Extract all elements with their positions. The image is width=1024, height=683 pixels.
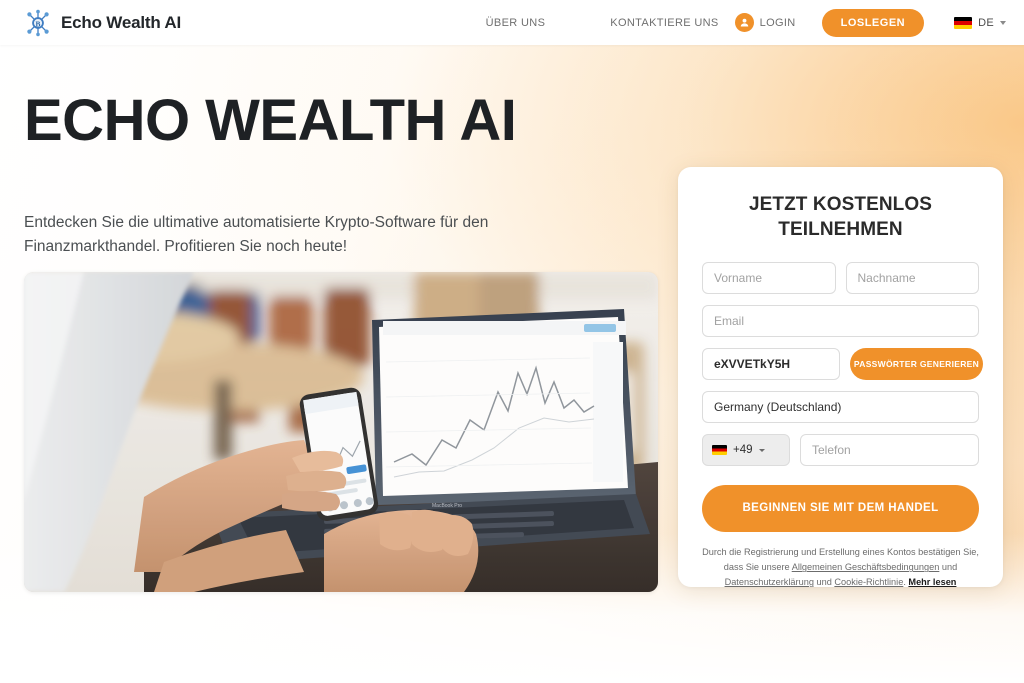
language-code: DE xyxy=(978,16,994,29)
brand-logo-link[interactable]: B Echo Wealth AI xyxy=(24,9,181,37)
email-input[interactable] xyxy=(702,305,979,338)
german-flag-icon xyxy=(954,16,973,29)
phone-input[interactable] xyxy=(800,434,979,467)
legal-conjunction: und xyxy=(813,577,835,588)
email-field-row xyxy=(702,305,979,338)
chevron-down-icon xyxy=(1000,20,1006,25)
chevron-down-icon xyxy=(758,448,765,452)
signup-title: JETZT KOSTENLOS TEILNEHMEN xyxy=(748,194,933,240)
terms-link[interactable]: Allgemeinen Geschäftsbedingungen xyxy=(792,562,940,572)
german-flag-icon xyxy=(712,445,727,456)
site-header: B Echo Wealth AI ÜBER UNS KONTAKTIERE UN… xyxy=(0,0,1024,45)
read-more-link[interactable]: Mehr lesen xyxy=(908,577,956,587)
name-fields-row xyxy=(702,262,979,295)
last-name-input[interactable] xyxy=(845,262,979,295)
password-field-row: PASSWÖRTER GENERIEREN xyxy=(702,348,983,381)
password-input[interactable] xyxy=(702,348,840,381)
svg-text:B: B xyxy=(36,19,41,28)
legal-line-1: Durch die Registrierung und Erstellung e… xyxy=(702,547,979,558)
main-navigation: ÜBER UNS KONTAKTIERE UNS LOGIN LOSLEGEN … xyxy=(486,8,1006,37)
language-selector[interactable]: DE xyxy=(954,16,1006,29)
first-name-input[interactable] xyxy=(702,262,836,295)
page-title: ECHO WEALTH AI xyxy=(24,88,517,153)
phone-field-row: +49 xyxy=(702,434,979,467)
country-input[interactable] xyxy=(702,391,979,424)
user-avatar-icon xyxy=(734,13,754,32)
get-started-button[interactable]: LOSLEGEN xyxy=(821,8,925,37)
cookie-policy-link[interactable]: Cookie-Richtlinie xyxy=(834,577,903,587)
nav-item-about-us[interactable]: ÜBER UNS xyxy=(486,17,546,29)
crypto-network-icon: B xyxy=(24,9,52,37)
legal-disclaimer: Durch die Registrierung und Erstellung e… xyxy=(702,545,979,590)
country-field-row xyxy=(702,391,979,424)
start-trading-button[interactable]: BEGINNEN SIE MIT DEM HANDEL xyxy=(702,485,979,533)
legal-line-2-pre: dass Sie unsere xyxy=(723,562,792,573)
privacy-policy-link[interactable]: Datenschutzerklärung xyxy=(725,577,814,587)
hero-photo: MacBook Pro xyxy=(24,272,658,592)
dial-code-label: +49 xyxy=(733,444,753,457)
brand-name: Echo Wealth AI xyxy=(61,12,181,32)
nav-item-contact-us[interactable]: KONTAKTIERE UNS xyxy=(610,17,718,29)
legal-line-2-post: und xyxy=(939,562,958,573)
login-button[interactable]: LOGIN xyxy=(734,13,796,32)
hero-subtitle: Entdecken Sie die ultimative automatisie… xyxy=(24,214,489,256)
dial-code-selector[interactable]: +49 xyxy=(702,434,790,467)
trading-photo-illustration: MacBook Pro xyxy=(24,272,658,592)
signup-form-card: JETZT KOSTENLOS TEILNEHMEN PASSWÖRTER GE… xyxy=(678,167,1003,587)
login-label: LOGIN xyxy=(759,16,796,29)
generate-password-button[interactable]: PASSWÖRTER GENERIEREN xyxy=(850,348,983,381)
